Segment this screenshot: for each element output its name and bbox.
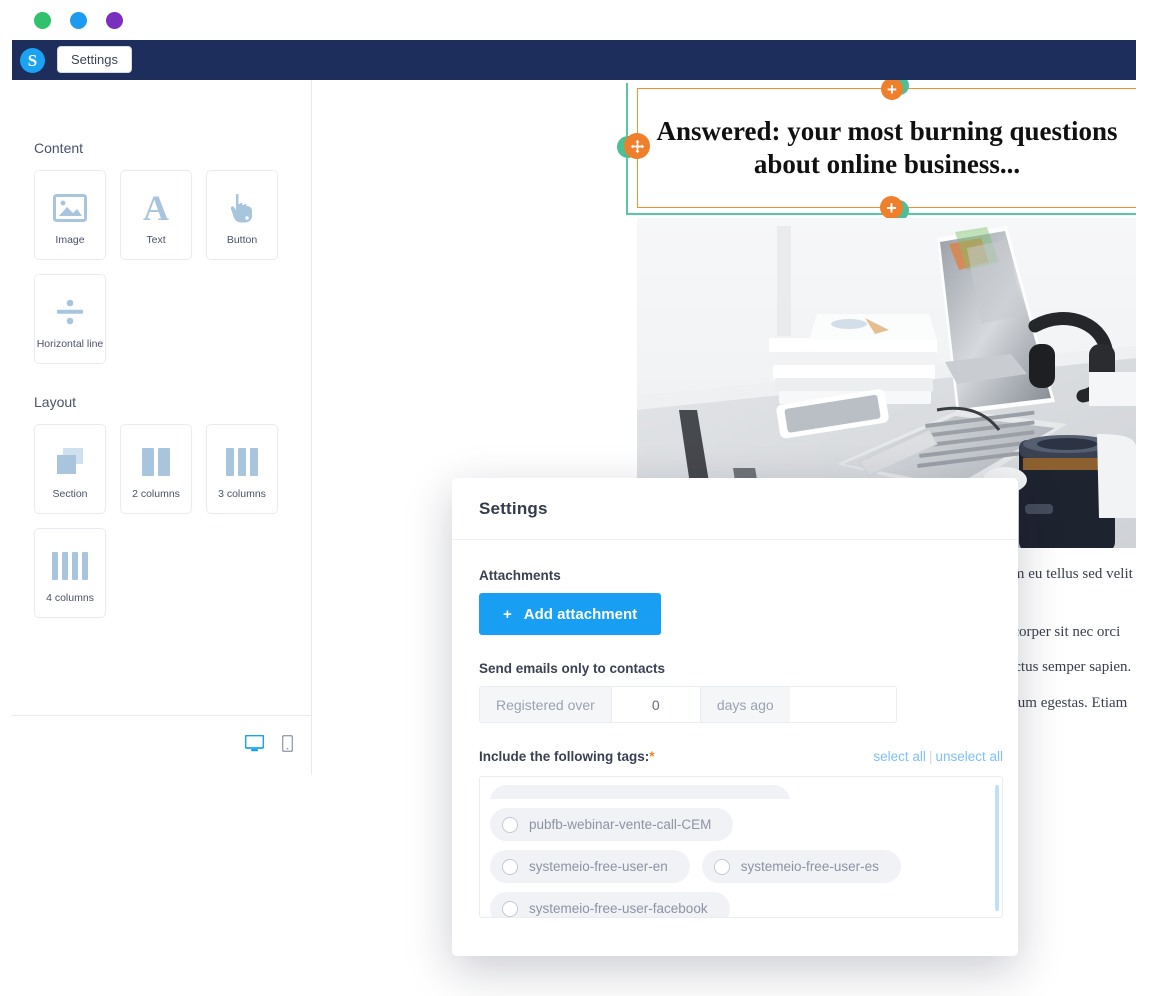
tag-row-partial bbox=[490, 785, 992, 799]
block-tile-image[interactable]: Image bbox=[34, 170, 106, 260]
block-tile-label: Horizontal line bbox=[36, 338, 104, 350]
tag-radio-icon[interactable] bbox=[713, 858, 730, 875]
modal-title: Settings bbox=[479, 498, 548, 518]
block-tile-label: Image bbox=[55, 234, 85, 246]
view-switcher bbox=[12, 715, 311, 775]
registered-over-prefix: Registered over bbox=[480, 687, 611, 722]
two-columns-icon bbox=[142, 441, 170, 483]
tag-radio-icon[interactable] bbox=[502, 900, 518, 917]
desktop-icon[interactable] bbox=[244, 734, 265, 757]
block-tile-label: 4 columns bbox=[46, 592, 94, 604]
tab-settings[interactable]: Settings bbox=[57, 46, 132, 73]
modal-body: Attachments + Add attachment Send emails… bbox=[452, 540, 1018, 918]
modal-header: Settings bbox=[452, 478, 1018, 540]
tag-item[interactable]: systemeio-free-user-facebook bbox=[490, 892, 730, 917]
four-columns-icon bbox=[52, 545, 88, 587]
settings-modal: Settings Attachments + Add attachment Se… bbox=[452, 478, 1018, 956]
block-tile-2-columns[interactable]: 2 columns bbox=[120, 424, 192, 514]
tag-item[interactable]: systemeio-free-user-en bbox=[490, 850, 690, 883]
tag-radio-icon[interactable] bbox=[502, 816, 518, 833]
button-cursor-icon bbox=[227, 187, 257, 229]
app-logo[interactable]: S bbox=[20, 48, 45, 73]
block-tile-4-columns[interactable]: 4 columns bbox=[34, 528, 106, 618]
window-dot-purple[interactable] bbox=[106, 12, 123, 29]
add-block-above-plus-icon[interactable]: + bbox=[881, 80, 903, 100]
attachments-label: Attachments bbox=[479, 568, 561, 583]
content-blocks-list: Image A Text Button Horizontal line bbox=[34, 170, 294, 364]
days-ago-input[interactable] bbox=[610, 687, 701, 722]
block-tile-3-columns[interactable]: 3 columns bbox=[206, 424, 278, 514]
tag-radio-icon[interactable] bbox=[502, 858, 518, 875]
move-icon[interactable] bbox=[624, 133, 650, 159]
tag-label: systemeio-free-user-en bbox=[529, 859, 668, 874]
block-tile-label: 3 columns bbox=[218, 488, 266, 500]
divide-icon bbox=[55, 291, 85, 333]
layout-blocks-list: Section 2 columns 3 columns 4 columns bbox=[34, 424, 294, 618]
block-tile-horizontal-line[interactable]: Horizontal line bbox=[34, 274, 106, 364]
three-columns-icon bbox=[226, 441, 258, 483]
section-icon bbox=[54, 441, 86, 483]
tags-header: Include the following tags:* select all |… bbox=[479, 749, 1003, 764]
plus-icon: + bbox=[503, 605, 512, 623]
image-icon bbox=[53, 187, 87, 229]
text-icon: A bbox=[143, 188, 169, 228]
mobile-icon[interactable] bbox=[281, 734, 294, 757]
unselect-all-link[interactable]: unselect all bbox=[935, 749, 1003, 764]
section-title-layout: Layout bbox=[34, 394, 77, 410]
tags-label: Include the following tags:* bbox=[479, 749, 655, 764]
tag-label: systemeio-free-user-es bbox=[740, 859, 879, 874]
blocks-sidebar: Content Image A Text Button Horizontal l… bbox=[12, 80, 312, 775]
tag-item[interactable]: pubfb-webinar-vente-call-CEM bbox=[490, 808, 734, 841]
window-dot-blue[interactable] bbox=[70, 12, 87, 29]
block-tile-label: Button bbox=[226, 234, 258, 246]
add-block-below-plus-icon[interactable]: + bbox=[880, 196, 903, 219]
tag-label: systemeio-free-user-facebook bbox=[529, 901, 708, 916]
tags-scrollbar[interactable] bbox=[995, 785, 999, 911]
add-attachment-label: Add attachment bbox=[523, 605, 638, 623]
block-tile-label: Section bbox=[52, 488, 88, 500]
tag-item[interactable]: systemeio-free-user-es bbox=[701, 850, 901, 883]
tags-list-box[interactable]: pubfb-webinar-vente-call-CEM systemeio-f… bbox=[479, 776, 1003, 918]
send-filter-label: Send emails only to contacts bbox=[479, 661, 666, 676]
tag-item-cutoff[interactable] bbox=[490, 785, 790, 799]
block-tile-label: Text bbox=[146, 234, 166, 246]
block-tile-text[interactable]: A Text bbox=[120, 170, 192, 260]
tags-bulk-actions: select all | unselect all bbox=[873, 749, 1003, 764]
block-tile-button[interactable]: Button bbox=[206, 170, 278, 260]
tag-label: pubfb-webinar-vente-call-CEM bbox=[529, 817, 712, 832]
required-marker: * bbox=[649, 749, 655, 764]
tag-row: pubfb-webinar-vente-call-CEM bbox=[490, 808, 992, 841]
window-controls bbox=[34, 12, 123, 29]
selected-text-block[interactable]: Answered: your most burning questions ab… bbox=[617, 80, 1136, 221]
section-title-content: Content bbox=[34, 140, 84, 156]
email-headline: Answered: your most burning questions ab… bbox=[656, 116, 1118, 179]
block-tile-section[interactable]: Section bbox=[34, 424, 106, 514]
screenshot-root: S Settings Content Image A Text Button H… bbox=[0, 0, 1160, 996]
window-dot-green[interactable] bbox=[34, 12, 51, 29]
tags-label-text: Include the following tags: bbox=[479, 749, 650, 764]
select-all-link[interactable]: select all bbox=[873, 749, 926, 764]
top-navigation-bar: S Settings bbox=[12, 40, 1136, 80]
add-attachment-button[interactable]: + Add attachment bbox=[479, 593, 662, 635]
links-separator: | bbox=[928, 749, 933, 764]
registered-over-input-group: Registered over days ago bbox=[479, 686, 897, 723]
block-tile-label: 2 columns bbox=[132, 488, 180, 500]
days-ago-suffix: days ago bbox=[700, 687, 790, 722]
tag-row: systemeio-free-user-en systemeio-free-us… bbox=[490, 850, 992, 883]
tag-row: systemeio-free-user-facebook bbox=[490, 892, 992, 917]
